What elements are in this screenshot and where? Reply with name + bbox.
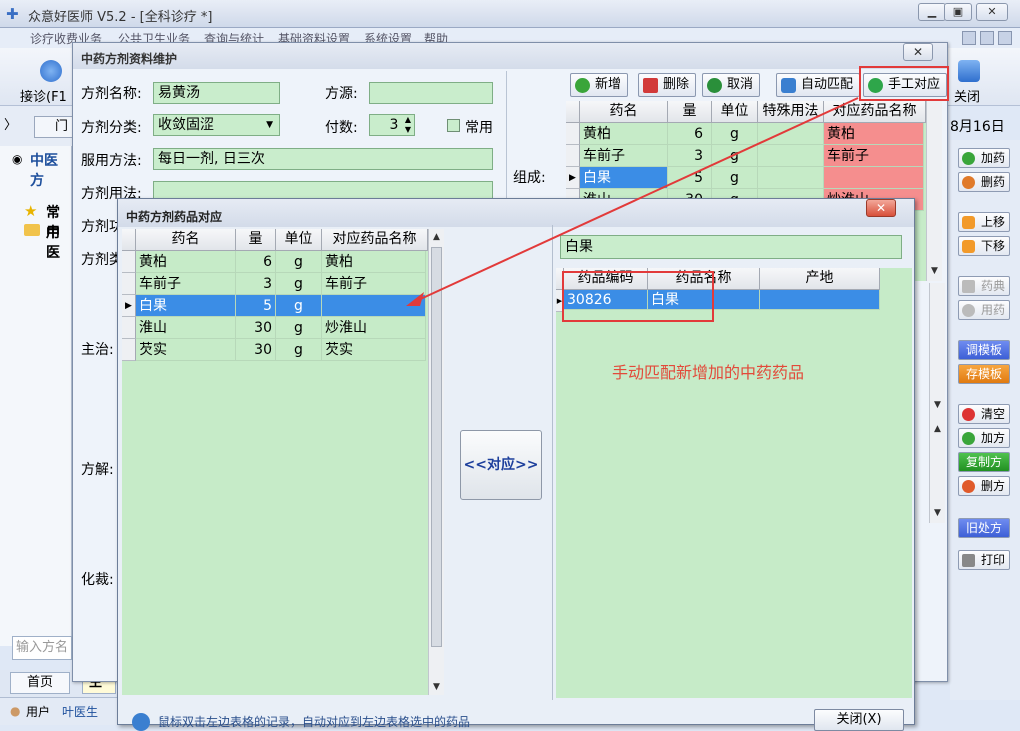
arrow-head [406,292,424,306]
arrow-line [413,97,859,303]
annotation-arrow [406,97,859,306]
